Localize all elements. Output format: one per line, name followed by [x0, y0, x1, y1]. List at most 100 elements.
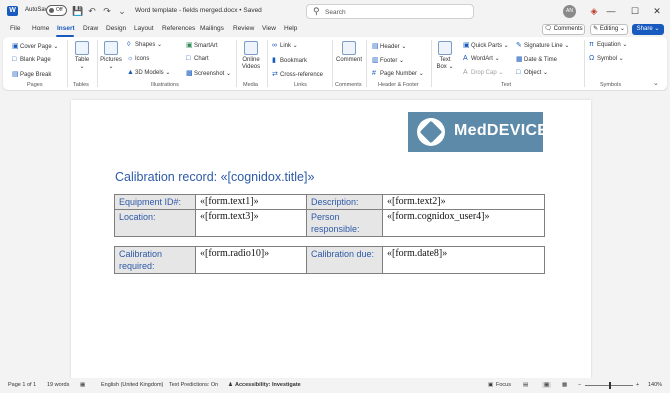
table-cell[interactable]: Description:: [306, 194, 383, 210]
3d-models-label: 3D Models: [135, 70, 164, 76]
document-canvas[interactable]: MedDEVICE Calibration record: «[cognidox…: [0, 91, 670, 378]
tab-layout[interactable]: Layout: [134, 25, 154, 32]
drop-cap-icon: A: [463, 69, 468, 76]
close-icon[interactable]: ✕: [650, 4, 664, 18]
sparkle-icon[interactable]: ◈: [588, 5, 600, 17]
icons-button[interactable]: ☼ Icons: [127, 55, 149, 62]
table-cell[interactable]: Equipment ID#:: [114, 194, 196, 210]
symbol-button[interactable]: Ω Symbol ⌄: [589, 55, 624, 62]
table-cell[interactable]: Person responsible:: [306, 209, 383, 237]
table-cell[interactable]: Location:: [114, 209, 196, 237]
print-layout-icon[interactable]: ▦: [542, 382, 552, 388]
chart-label: Chart: [194, 56, 209, 62]
calibration-table[interactable]: Calibration required: «[form.radio10]» C…: [114, 246, 545, 274]
minimize-icon[interactable]: —: [604, 4, 618, 18]
web-layout-icon[interactable]: ▩: [562, 382, 567, 388]
maximize-icon[interactable]: ☐: [628, 4, 642, 18]
tab-file[interactable]: File: [10, 25, 20, 32]
chart-button[interactable]: □ Chart: [186, 55, 209, 62]
quick-parts-button[interactable]: ▣Quick Parts ⌄: [463, 41, 509, 49]
group-pages: Pages: [27, 82, 43, 88]
table-cell[interactable]: «[form.text1]»: [195, 194, 307, 210]
proofing-icon[interactable]: ▦: [80, 382, 85, 388]
accessibility-status[interactable]: Accessibility: Investigate: [235, 382, 301, 388]
language[interactable]: English (United Kingdom): [101, 382, 163, 388]
undo-icon[interactable]: ↶: [86, 5, 98, 17]
tab-references[interactable]: References: [162, 25, 195, 32]
shapes-button[interactable]: ◊ Shapes ⌄: [127, 41, 162, 48]
document-page[interactable]: MedDEVICE Calibration record: «[cognidox…: [71, 100, 591, 378]
focus-mode[interactable]: Focus: [496, 382, 511, 388]
tab-design[interactable]: Design: [106, 25, 126, 32]
comments-button[interactable]: 🗨 Comments: [542, 24, 585, 35]
online-videos-button[interactable]: Online Videos: [239, 41, 263, 71]
header-icon: ▤: [372, 43, 379, 50]
share-button[interactable]: Share ⌄: [632, 24, 664, 35]
footer-button[interactable]: ▥Footer ⌄: [372, 56, 404, 64]
header-button[interactable]: ▤Header ⌄: [372, 42, 406, 50]
tab-help[interactable]: Help: [284, 25, 297, 32]
editing-label: Editing: [599, 26, 619, 32]
zoom-level[interactable]: 140%: [648, 382, 662, 388]
object-button[interactable]: □ Object ⌄: [516, 69, 548, 76]
group-tables: Tables: [73, 82, 89, 88]
table-cell[interactable]: «[form.cognidox_user4]»: [382, 209, 545, 237]
group-illustrations: Illustrations: [151, 82, 179, 88]
tab-insert[interactable]: Insert: [57, 25, 75, 32]
blank-page-button[interactable]: □ Blank Page: [12, 56, 51, 63]
table-cell[interactable]: Calibration required:: [114, 246, 196, 274]
cover-page-button[interactable]: ▣Cover Page ⌄: [12, 42, 58, 50]
autosave-toggle[interactable]: Off: [46, 5, 67, 16]
avatar[interactable]: AN: [563, 5, 576, 18]
redo-icon[interactable]: ↷: [101, 5, 113, 17]
table-icon: [75, 41, 89, 55]
info-table[interactable]: Equipment ID#: «[form.text1]» Descriptio…: [114, 194, 545, 237]
zoom-out-icon[interactable]: −: [578, 382, 581, 388]
word-count[interactable]: 19 words: [47, 382, 69, 388]
table-cell[interactable]: «[form.radio10]»: [195, 246, 307, 274]
table-cell[interactable]: «[form.date8]»: [382, 246, 545, 274]
link-button[interactable]: ∞ Link ⌄: [272, 42, 298, 49]
pictures-button[interactable]: Pictures ⌄: [100, 41, 122, 71]
tab-mailings[interactable]: Mailings: [200, 25, 224, 32]
save-icon[interactable]: 💾: [72, 5, 84, 17]
table-cell[interactable]: «[form.text3]»: [195, 209, 307, 237]
zoom-in-icon[interactable]: +: [636, 382, 639, 388]
editing-mode-button[interactable]: ✎ Editing ⌄: [590, 24, 628, 35]
document-heading[interactable]: Calibration record: «[cognidox.title]»: [115, 170, 314, 184]
new-comment-button[interactable]: Comment: [335, 41, 363, 64]
equation-label: Equation: [597, 42, 621, 48]
signature-line-button[interactable]: ✎ Signature Line ⌄: [516, 41, 569, 49]
text-box-button[interactable]: Text Box ⌄: [434, 41, 456, 71]
tab-view[interactable]: View: [262, 25, 276, 32]
zoom-slider-thumb[interactable]: [609, 382, 611, 389]
search-placeholder: Search: [325, 9, 346, 16]
text-predictions[interactable]: Text Predictions: On: [169, 382, 218, 388]
customize-icon[interactable]: ⌄: [116, 5, 128, 17]
tab-review[interactable]: Review: [233, 25, 254, 32]
table-button[interactable]: Table ⌄: [71, 41, 93, 71]
tab-home[interactable]: Home: [32, 25, 49, 32]
page-number-button[interactable]: # Page Number ⌄: [372, 70, 424, 77]
screenshot-button[interactable]: ▩Screenshot ⌄: [186, 69, 231, 77]
table-cell[interactable]: Calibration due:: [306, 246, 383, 274]
date-time-button[interactable]: ▦Date & Time: [516, 55, 557, 63]
tab-draw[interactable]: Draw: [83, 25, 98, 32]
collapse-ribbon-icon[interactable]: ⌄: [653, 79, 659, 87]
smartart-button[interactable]: ▣SmartArt: [186, 41, 218, 49]
page-count[interactable]: Page 1 of 1: [8, 382, 36, 388]
document-title[interactable]: Word template - fields merged.docx • Sav…: [135, 7, 262, 14]
bookmark-button[interactable]: ▮ Bookmark: [272, 56, 307, 64]
equation-button[interactable]: π Equation ⌄: [589, 41, 627, 48]
table-cell[interactable]: «[form.text2]»: [382, 194, 545, 210]
wordart-button[interactable]: A WordArt ⌄: [463, 55, 500, 62]
3d-models-button[interactable]: ▲3D Models ⌄: [127, 69, 170, 76]
page-break-button[interactable]: ▤Page Break: [12, 70, 51, 78]
header-label: Header: [380, 44, 400, 50]
search-box[interactable]: ⚲ Search: [306, 4, 474, 19]
read-mode-icon[interactable]: ▤: [523, 382, 528, 388]
cross-reference-button[interactable]: ⇄ Cross-reference: [272, 70, 323, 78]
drop-cap-button[interactable]: A Drop Cap ⌄: [463, 69, 503, 76]
pictures-label: Pictures: [100, 57, 122, 63]
title-bar: W AutoSave Off 💾 ↶ ↷ ⌄ Word template - f…: [0, 0, 670, 22]
